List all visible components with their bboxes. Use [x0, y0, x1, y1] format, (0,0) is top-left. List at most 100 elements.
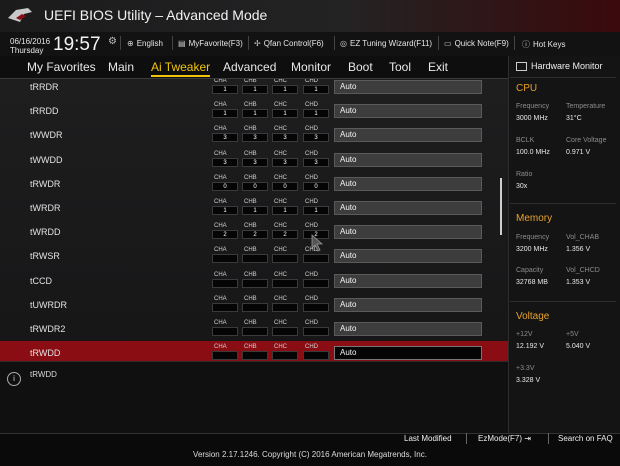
hardware-monitor-label: Hardware Monitor — [531, 61, 603, 71]
setting-row-tccd[interactable]: tCCD CHA CHB CHC CHD Auto — [0, 269, 508, 293]
capacity-label: Capacity — [516, 267, 544, 274]
v33-value: 3.328 V — [516, 377, 541, 384]
setting-value-field[interactable]: Auto — [334, 297, 482, 312]
setting-row-trwdd[interactable]: tRWDD CHA CHB CHC CHD Auto — [0, 341, 508, 361]
myfavorite-label: MyFavorite(F3) — [188, 39, 243, 48]
channel-value: 1 — [242, 109, 268, 119]
qfan-control-button[interactable]: ✢ Qfan Control(F6) — [254, 39, 324, 48]
channel-label: CHD — [305, 150, 318, 157]
channel-value — [242, 327, 268, 336]
channel-label: CHA — [214, 247, 227, 254]
setting-value-field[interactable]: Auto — [334, 152, 482, 167]
channel-value — [303, 278, 329, 288]
setting-value-field[interactable]: Auto — [334, 225, 482, 240]
setting-value-field[interactable]: Auto — [334, 128, 482, 143]
setting-row-twrdd[interactable]: tWRDD CHA 2 CHB 2 CHC 2 CHD 2 Auto — [0, 220, 508, 244]
channel-value — [242, 302, 268, 312]
separator — [120, 36, 121, 50]
channel-label: CHB — [244, 102, 257, 109]
menu-boot[interactable]: Boot — [348, 60, 373, 74]
channel-label: CHC — [274, 79, 287, 84]
menu-advanced[interactable]: Advanced — [223, 60, 276, 74]
menu-monitor[interactable]: Monitor — [291, 60, 331, 74]
setting-row-twrdr[interactable]: tWRDR CHA 1 CHB 1 CHC 1 CHD 1 Auto — [0, 196, 508, 220]
core-voltage-label: Core Voltage — [566, 137, 607, 144]
setting-row-tuwrdr[interactable]: tUWRDR CHA CHB CHC CHD Auto — [0, 293, 508, 317]
hardware-monitor-title: Hardware Monitor — [516, 61, 603, 72]
channel-value — [212, 302, 238, 312]
menu-main[interactable]: Main — [108, 60, 134, 74]
channel-value: 0 — [303, 181, 329, 191]
setting-row-twwdd[interactable]: tWWDD CHA 3 CHB 3 CHC 3 CHD 3 Auto — [0, 148, 508, 172]
cpu-temperature-label: Temperature — [566, 103, 606, 110]
divider — [510, 77, 616, 78]
channel-label: CHD — [305, 102, 318, 109]
quick-note-button[interactable]: ▭ Quick Note(F9) — [444, 39, 509, 48]
channel-label: CHC — [274, 223, 287, 230]
ez-tuning-wizard-button[interactable]: ◎ EZ Tuning Wizard(F11) — [340, 39, 432, 48]
channel-label: CHB — [244, 174, 257, 181]
qfan-label: Qfan Control(F6) — [263, 39, 324, 48]
language-button[interactable]: ⊕ English — [127, 39, 163, 48]
setting-label: tWWDR — [30, 130, 63, 141]
ez-mode-button[interactable]: EzMode(F7) ⇥ — [478, 434, 531, 443]
setting-label: tWRDD — [30, 227, 61, 238]
last-modified-button[interactable]: Last Modified — [404, 434, 452, 443]
scrollbar-thumb[interactable] — [500, 178, 502, 235]
setting-value-field[interactable]: Auto — [334, 249, 482, 264]
hot-keys-button[interactable]: ⓘ Hot Keys — [522, 39, 565, 50]
menu-tool[interactable]: Tool — [389, 60, 411, 74]
separator — [548, 433, 549, 444]
menu-my-favorites[interactable]: My Favorites — [27, 60, 96, 74]
channel-label: CHD — [305, 295, 318, 302]
setting-value-field[interactable]: Auto — [334, 104, 482, 119]
channel-label: CHA — [214, 199, 227, 205]
setting-row-trrdr[interactable]: tRRDR CHA 1 CHB 1 CHC 1 CHD 1 Auto — [0, 79, 508, 99]
channel-label: CHC — [274, 247, 287, 254]
channel-value — [272, 278, 298, 288]
favorite-icon: ▤ — [178, 39, 186, 48]
cpu-section-title: CPU — [516, 83, 538, 94]
info-icon: i — [7, 372, 21, 386]
setting-value-field[interactable]: Auto — [334, 80, 482, 94]
setting-row-twwdr[interactable]: tWWDR CHA 3 CHB 3 CHC 3 CHD 3 Auto — [0, 123, 508, 147]
search-faq-button[interactable]: Search on FAQ — [558, 434, 613, 443]
channel-value: 3 — [272, 157, 298, 167]
cpu-frequency-label: Frequency — [516, 103, 550, 110]
myfavorite-button[interactable]: ▤ MyFavorite(F3) — [178, 39, 243, 48]
channel-value — [303, 254, 329, 264]
setting-row-trwdr2[interactable]: tRWDR2 CHA CHB CHC CHD Auto — [0, 317, 508, 341]
separator — [438, 36, 439, 50]
channel-label: CHD — [305, 320, 318, 326]
channel-label: CHC — [274, 150, 287, 157]
setting-value-field[interactable]: Auto — [334, 322, 482, 336]
vol-chab-label: Vol_CHAB — [566, 234, 600, 241]
day-text: Thursday — [10, 46, 44, 55]
setting-label: tUWRDR — [30, 299, 67, 310]
channel-label: CHB — [244, 344, 257, 351]
gear-icon[interactable]: ⚙ — [108, 36, 117, 47]
setting-label: tRWDR2 — [30, 324, 66, 334]
channel-label: CHB — [244, 247, 257, 254]
separator — [248, 36, 249, 50]
menu-exit[interactable]: Exit — [428, 60, 448, 74]
date-display: 06/16/2016 Thursday — [10, 37, 50, 55]
channel-value — [212, 351, 238, 361]
setting-value-field[interactable]: Auto — [334, 273, 482, 288]
channel-label: CHC — [274, 102, 287, 109]
setting-value-field[interactable]: Auto — [334, 201, 482, 215]
setting-row-trrdd[interactable]: tRRDD CHA 1 CHB 1 CHC 1 CHD 1 Auto — [0, 99, 508, 123]
menu-ai-tweaker[interactable]: Ai Tweaker — [151, 60, 211, 77]
channel-value: 1 — [272, 206, 298, 215]
channel-value: 0 — [212, 181, 238, 191]
setting-label: tRWSR — [30, 251, 60, 262]
exit-arrow-icon: ⇥ — [524, 434, 531, 443]
channel-label: CHB — [244, 150, 257, 157]
setting-value-field[interactable]: Auto — [334, 346, 482, 361]
setting-row-trwsr[interactable]: tRWSR CHA CHB CHC CHD Auto — [0, 244, 508, 268]
setting-row-trwdr[interactable]: tRWDR CHA 0 CHB 0 CHC 0 CHD 0 Auto — [0, 172, 508, 196]
v5-value: 5.040 V — [566, 343, 591, 350]
setting-value-field[interactable]: Auto — [334, 176, 482, 191]
channel-value — [272, 302, 298, 312]
v5-label: +5V — [566, 331, 579, 338]
